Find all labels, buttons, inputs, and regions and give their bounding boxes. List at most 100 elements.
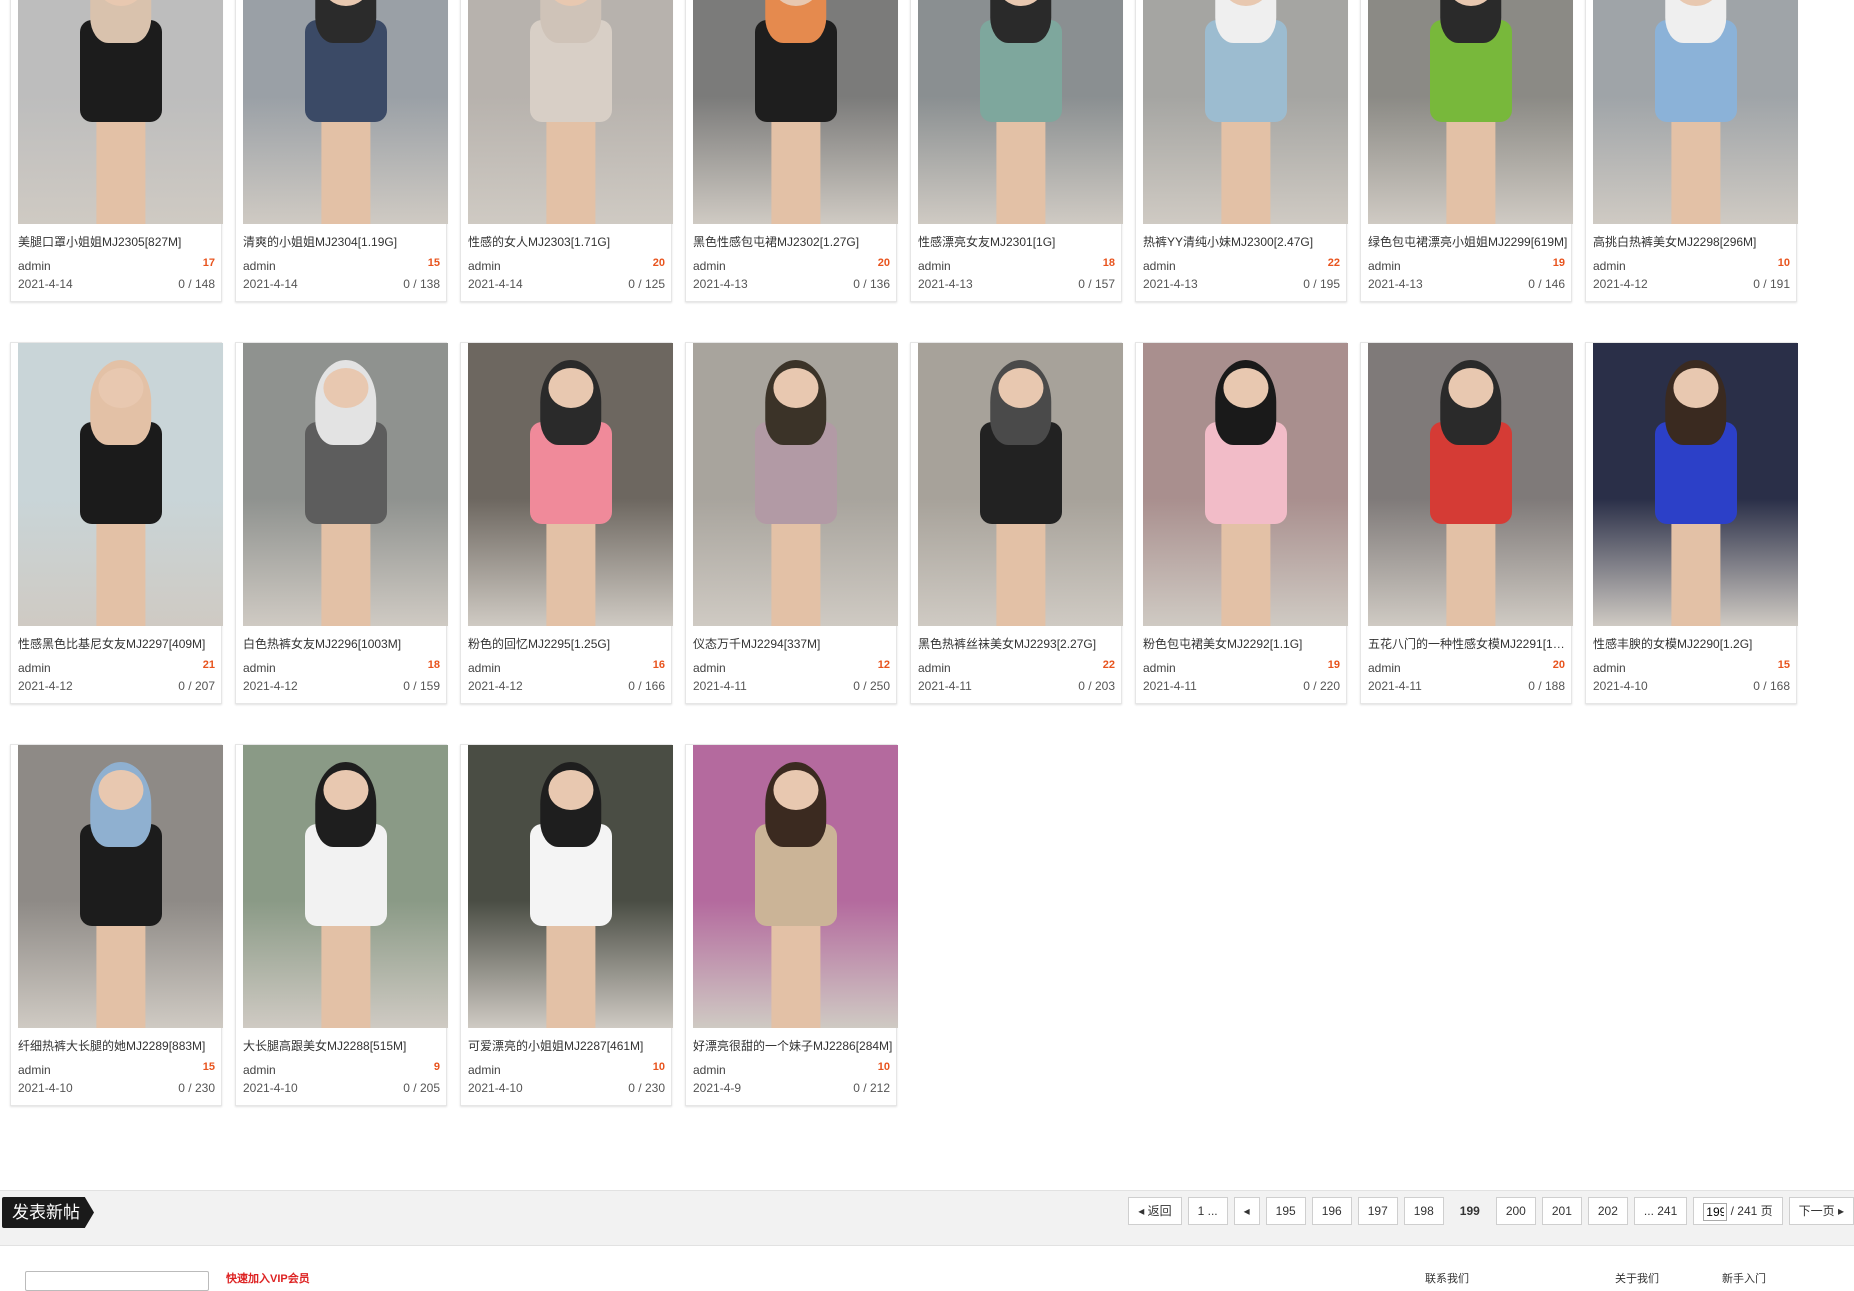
footer-link[interactable]: 联系我们 — [1425, 1270, 1469, 1286]
post-title[interactable]: 清爽的小姐姐MJ2304[1.19G] — [243, 233, 443, 250]
post-card[interactable]: 仪态万千MJ2294[337M] admin 12 2021-4-11 0 / 250 — [685, 342, 898, 704]
post-thumbnail[interactable] — [18, 0, 223, 224]
page-link[interactable]: 198 — [1403, 1197, 1444, 1225]
last-page-link[interactable]: ... 241 — [1633, 1197, 1688, 1225]
post-author[interactable]: admin — [468, 661, 501, 675]
post-author[interactable]: admin — [18, 1063, 51, 1077]
post-thumbnail[interactable] — [243, 745, 448, 1028]
post-thumbnail[interactable] — [918, 0, 1123, 224]
page-link[interactable]: 202 — [1587, 1197, 1628, 1225]
post-thumbnail[interactable] — [468, 343, 673, 626]
post-card[interactable]: 可爱漂亮的小姐姐MJ2287[461M] admin 10 2021-4-10 0 / … — [460, 744, 673, 1106]
post-title[interactable]: 绿色包屯裙漂亮小姐姐MJ2299[619M] — [1368, 233, 1568, 250]
post-title[interactable]: 白色热裤女友MJ2296[1003M] — [243, 635, 443, 652]
footer-search-box[interactable] — [25, 1271, 209, 1291]
post-title[interactable]: 黑色热裤丝袜美女MJ2293[2.27G] — [918, 635, 1118, 652]
post-title[interactable]: 热裤YY清纯小妹MJ2300[2.47G] — [1143, 233, 1343, 250]
post-thumbnail[interactable] — [468, 0, 673, 224]
post-thumbnail[interactable] — [1368, 343, 1573, 626]
post-author[interactable]: admin — [918, 661, 951, 675]
post-card[interactable]: 清爽的小姐姐MJ2304[1.19G] admin 15 2021-4-14 0 / 1… — [235, 0, 448, 302]
post-card[interactable]: 纤细热裤大长腿的她MJ2289[883M] admin 15 2021-4-10 0 /… — [10, 744, 223, 1106]
post-title[interactable]: 性感的女人MJ2303[1.71G] — [468, 233, 668, 250]
page-link[interactable]: 201 — [1541, 1197, 1582, 1225]
post-author[interactable]: admin — [18, 661, 51, 675]
post-author[interactable]: admin — [693, 661, 726, 675]
post-author[interactable]: admin — [243, 661, 276, 675]
post-card[interactable]: 粉色的回忆MJ2295[1.25G] admin 16 2021-4-12 0 / 16… — [460, 342, 673, 704]
next-page-button[interactable]: 下一页 ▸ — [1788, 1197, 1854, 1225]
post-card[interactable]: 黑色性感包屯裙MJ2302[1.27G] admin 20 2021-4-13 0 / … — [685, 0, 898, 302]
post-author[interactable]: admin — [1143, 661, 1176, 675]
post-card[interactable]: 美腿口罩小姐姐MJ2305[827M] admin 17 2021-4-14 0 / 1… — [10, 0, 223, 302]
post-author[interactable]: admin — [918, 259, 951, 273]
post-thumbnail[interactable] — [1368, 0, 1573, 224]
post-thumbnail[interactable] — [1593, 343, 1798, 626]
page-link[interactable]: 196 — [1311, 1197, 1352, 1225]
footer-link[interactable]: 关于我们 — [1615, 1270, 1659, 1286]
post-thumbnail[interactable] — [1593, 0, 1798, 224]
post-title[interactable]: 性感黑色比基尼女友MJ2297[409M] — [18, 635, 218, 652]
vip-link[interactable]: 快速加入VIP会员 — [226, 1270, 310, 1286]
post-thumbnail[interactable] — [1143, 343, 1348, 626]
footer-link[interactable]: 新手入门 — [1722, 1270, 1766, 1286]
post-author[interactable]: admin — [468, 259, 501, 273]
post-thumbnail[interactable] — [468, 745, 673, 1028]
post-card[interactable]: 性感的女人MJ2303[1.71G] admin 20 2021-4-14 0 / 12… — [460, 0, 673, 302]
post-author[interactable]: admin — [243, 259, 276, 273]
post-title[interactable]: 性感漂亮女友MJ2301[1G] — [918, 233, 1118, 250]
post-title[interactable]: 仪态万千MJ2294[337M] — [693, 635, 893, 652]
page-link[interactable]: 195 — [1265, 1197, 1306, 1225]
prev-page-button[interactable]: ◂ — [1233, 1197, 1260, 1225]
post-author[interactable]: admin — [1593, 259, 1626, 273]
post-card[interactable]: 粉色包屯裙美女MJ2292[1.1G] admin 19 2021-4-11 0 / 2… — [1135, 342, 1348, 704]
post-thumbnail[interactable] — [693, 0, 898, 224]
post-card[interactable]: 黑色热裤丝袜美女MJ2293[2.27G] admin 22 2021-4-11 0 /… — [910, 342, 1123, 704]
page-link[interactable]: 200 — [1495, 1197, 1536, 1225]
back-button[interactable]: ◂ 返回 — [1128, 1197, 1182, 1225]
page-link[interactable]: 197 — [1357, 1197, 1398, 1225]
post-thumbnail[interactable] — [1143, 0, 1348, 224]
post-title[interactable]: 纤细热裤大长腿的她MJ2289[883M] — [18, 1037, 218, 1054]
post-author[interactable]: admin — [693, 1063, 726, 1077]
post-title[interactable]: 粉色的回忆MJ2295[1.25G] — [468, 635, 668, 652]
post-thumbnail[interactable] — [18, 745, 223, 1028]
post-card[interactable]: 五花八门的一种性感女模MJ2291[1.5G] admin 20 2021-4-11 0… — [1360, 342, 1573, 704]
post-card[interactable]: 性感黑色比基尼女友MJ2297[409M] admin 21 2021-4-12 0 /… — [10, 342, 223, 704]
post-author[interactable]: admin — [468, 1063, 501, 1077]
post-thumbnail[interactable] — [693, 343, 898, 626]
post-thumbnail[interactable] — [243, 343, 448, 626]
post-title[interactable]: 美腿口罩小姐姐MJ2305[827M] — [18, 233, 218, 250]
new-post-button[interactable]: 发表新帖 — [2, 1197, 94, 1228]
post-author[interactable]: admin — [1593, 661, 1626, 675]
post-card[interactable]: 热裤YY清纯小妹MJ2300[2.47G] admin 22 2021-4-13 0 /… — [1135, 0, 1348, 302]
post-author[interactable]: admin — [693, 259, 726, 273]
post-title[interactable]: 五花八门的一种性感女模MJ2291[1.5G] — [1368, 635, 1568, 652]
post-card[interactable]: 性感丰腴的女模MJ2290[1.2G] admin 15 2021-4-10 0 / 1… — [1585, 342, 1798, 704]
post-title[interactable]: 黑色性感包屯裙MJ2302[1.27G] — [693, 233, 893, 250]
post-card[interactable]: 高挑白热裤美女MJ2298[296M] admin 10 2021-4-12 0 / 1… — [1585, 0, 1798, 302]
post-thumbnail[interactable] — [693, 745, 898, 1028]
post-author[interactable]: admin — [18, 259, 51, 273]
post-title[interactable]: 可爱漂亮的小姐姐MJ2287[461M] — [468, 1037, 668, 1054]
page-jump-input[interactable] — [1703, 1202, 1728, 1221]
post-title[interactable]: 大长腿高跟美女MJ2288[515M] — [243, 1037, 443, 1054]
post-author[interactable]: admin — [1368, 661, 1401, 675]
post-title[interactable]: 高挑白热裤美女MJ2298[296M] — [1593, 233, 1793, 250]
post-card[interactable]: 大长腿高跟美女MJ2288[515M] admin 9 2021-4-10 0 / 20… — [235, 744, 448, 1106]
post-card[interactable]: 白色热裤女友MJ2296[1003M] admin 18 2021-4-12 0 / 1… — [235, 342, 448, 704]
post-date: 2021-4-11 — [918, 679, 972, 693]
post-author[interactable]: admin — [243, 1063, 276, 1077]
post-card[interactable]: 好漂亮很甜的一个妹子MJ2286[284M] admin 10 2021-4-9 0 /… — [685, 744, 898, 1106]
post-thumbnail[interactable] — [918, 343, 1123, 626]
first-page-link[interactable]: 1 ... — [1187, 1197, 1228, 1225]
post-thumbnail[interactable] — [243, 0, 448, 224]
post-title[interactable]: 粉色包屯裙美女MJ2292[1.1G] — [1143, 635, 1343, 652]
post-thumbnail[interactable] — [18, 343, 223, 626]
post-author[interactable]: admin — [1368, 259, 1401, 273]
post-title[interactable]: 性感丰腴的女模MJ2290[1.2G] — [1593, 635, 1793, 652]
post-card[interactable]: 性感漂亮女友MJ2301[1G] admin 18 2021-4-13 0 / 157 — [910, 0, 1123, 302]
post-author[interactable]: admin — [1143, 259, 1176, 273]
post-title[interactable]: 好漂亮很甜的一个妹子MJ2286[284M] — [693, 1037, 893, 1054]
post-card[interactable]: 绿色包屯裙漂亮小姐姐MJ2299[619M] admin 19 2021-4-13 0 … — [1360, 0, 1573, 302]
